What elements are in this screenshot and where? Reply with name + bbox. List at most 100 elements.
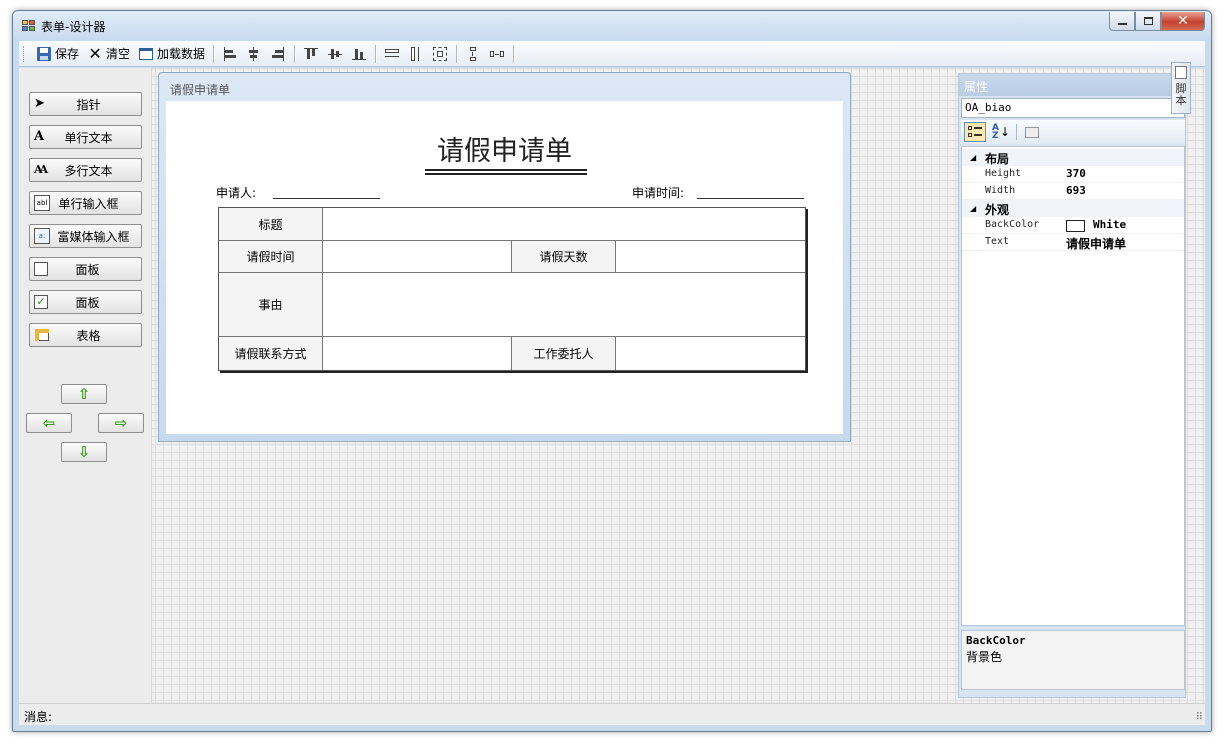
clear-button[interactable]: ✕ 清空 bbox=[83, 43, 134, 65]
tool-label: 单行输入框 bbox=[58, 196, 119, 211]
align-left-icon[interactable] bbox=[222, 46, 238, 62]
table-cell-reason-value[interactable] bbox=[323, 273, 805, 337]
status-message-label: 消息: bbox=[24, 710, 53, 724]
document-title[interactable]: 请假申请单 bbox=[166, 129, 843, 168]
script-side-tab[interactable]: 脚本 bbox=[1171, 62, 1191, 114]
table-cell-reason-label[interactable]: 事由 bbox=[219, 273, 323, 337]
form-canvas[interactable]: 请假申请单 申请人: 申请时间: 标题 请假时间 请假天数 事由 请假联系方式 … bbox=[166, 101, 843, 434]
table-cell-leave-days-label[interactable]: 请假天数 bbox=[512, 241, 616, 273]
window-title: 表单-设计器 bbox=[41, 20, 106, 34]
property-value[interactable]: 请假申请单 bbox=[1066, 235, 1126, 252]
category-layout[interactable]: ◢ 布局 bbox=[962, 149, 1184, 166]
app-icon bbox=[22, 20, 36, 32]
title-bar[interactable]: 表单-设计器 ✕ bbox=[13, 11, 1211, 41]
main-toolbar: 保存 ✕ 清空 加载数据 bbox=[19, 41, 1205, 67]
object-selector-dropdown[interactable]: OA_biao bbox=[961, 98, 1185, 118]
tool-table-button[interactable]: 表格 bbox=[29, 323, 142, 347]
close-button[interactable]: ✕ bbox=[1161, 12, 1205, 31]
category-name: 外观 bbox=[985, 203, 1010, 217]
table-cell-leave-time-value[interactable] bbox=[323, 241, 512, 273]
same-size-icon[interactable] bbox=[432, 46, 448, 62]
property-value[interactable]: 693 bbox=[1066, 184, 1086, 197]
table-cell-title-value[interactable] bbox=[323, 208, 805, 241]
tool-pointer-button[interactable]: ➤ 指针 bbox=[29, 92, 142, 116]
align-center-icon[interactable] bbox=[246, 46, 262, 62]
property-row-text[interactable]: Text 请假申请单 bbox=[962, 234, 1184, 251]
move-up-button[interactable]: ⇧ bbox=[61, 384, 107, 404]
design-surface[interactable]: ➤ 指针 A 单行文本 AA 多行文本 abl 单行输入框 a: 富媒体输入框 … bbox=[19, 68, 1205, 703]
title-double-underline bbox=[425, 169, 587, 175]
tool-single-text-button[interactable]: A 单行文本 bbox=[29, 125, 142, 149]
tool-label: 多行文本 bbox=[64, 163, 113, 178]
resize-grip-icon[interactable]: ⠿ bbox=[1196, 712, 1203, 723]
toolbar-grip[interactable] bbox=[23, 45, 26, 62]
arrow-down-icon: ⇩ bbox=[77, 443, 91, 461]
sort-arrow-icon: ↓ bbox=[999, 125, 1011, 139]
alphabetical-view-button[interactable]: AZ ↓ bbox=[990, 122, 1012, 142]
table-cell-delegate-value[interactable] bbox=[616, 337, 805, 370]
load-data-button[interactable]: 加载数据 bbox=[134, 43, 209, 65]
apply-date-input-line[interactable] bbox=[697, 198, 804, 199]
clear-label: 清空 bbox=[106, 47, 131, 61]
tool-multi-text-button[interactable]: AA 多行文本 bbox=[29, 158, 142, 182]
same-width-icon[interactable] bbox=[384, 46, 400, 62]
property-value[interactable]: White bbox=[1093, 218, 1126, 231]
maximize-button[interactable] bbox=[1135, 12, 1161, 31]
properties-panel: 属性 OA_biao AZ ↓ ◢ 布局 Height 370 Width 69… bbox=[958, 73, 1186, 698]
tool-panel-button[interactable]: 面板 bbox=[29, 257, 142, 281]
category-name: 布局 bbox=[985, 152, 1010, 166]
leave-request-table[interactable]: 标题 请假时间 请假天数 事由 请假联系方式 工作委托人 bbox=[218, 207, 806, 371]
move-right-button[interactable]: ⇨ bbox=[98, 413, 144, 433]
apply-date-label[interactable]: 申请时间: bbox=[632, 184, 684, 201]
property-value[interactable]: 370 bbox=[1066, 167, 1086, 180]
align-right-icon[interactable] bbox=[270, 46, 286, 62]
table-cell-leave-days-value[interactable] bbox=[616, 241, 805, 273]
collapse-triangle-icon: ◢ bbox=[970, 204, 977, 213]
floppy-disk-icon bbox=[36, 46, 52, 62]
property-pages-button[interactable] bbox=[1021, 122, 1043, 142]
property-grid: ◢ 布局 Height 370 Width 693 ◢ 外观 BackColor bbox=[961, 146, 1185, 626]
table-cell-delegate-label[interactable]: 工作委托人 bbox=[512, 337, 616, 370]
property-name: Height bbox=[985, 168, 1022, 179]
move-left-button[interactable]: ⇦ bbox=[26, 413, 72, 433]
same-height-icon[interactable] bbox=[408, 46, 424, 62]
properties-header: 属性 bbox=[959, 74, 1185, 96]
property-row-height[interactable]: Height 370 bbox=[962, 166, 1184, 183]
align-top-icon[interactable] bbox=[303, 46, 319, 62]
sort-az-icon: AZ bbox=[991, 123, 999, 141]
applicant-label[interactable]: 申请人: bbox=[216, 184, 256, 201]
tool-textbox-button[interactable]: abl 单行输入框 bbox=[29, 191, 142, 215]
move-down-button[interactable]: ⇩ bbox=[61, 442, 107, 462]
tool-label: 表格 bbox=[76, 328, 101, 343]
tool-checkbox-panel-button[interactable]: ✓ 面板 bbox=[29, 290, 142, 314]
table-cell-contact-label[interactable]: 请假联系方式 bbox=[219, 337, 323, 370]
textbox-abl-icon: abl bbox=[34, 195, 50, 211]
applicant-input-line[interactable] bbox=[273, 198, 380, 199]
table-cell-leave-time-label[interactable]: 请假时间 bbox=[219, 241, 323, 273]
checkbox-checked-icon: ✓ bbox=[34, 295, 48, 309]
script-tab-icon bbox=[1175, 66, 1187, 79]
designer-window: 表单-设计器 ✕ 保存 ✕ 清空 加载数据 ➤ 指针 A 单行文本 AA 多行文… bbox=[12, 10, 1212, 732]
categorized-icon bbox=[968, 125, 982, 139]
panel-square-icon bbox=[34, 262, 48, 276]
arrow-right-icon: ⇨ bbox=[114, 414, 128, 432]
align-middle-icon[interactable] bbox=[327, 46, 343, 62]
property-row-backcolor[interactable]: BackColor White bbox=[962, 217, 1184, 234]
categorized-view-button[interactable] bbox=[964, 122, 986, 142]
table-cell-title-label[interactable]: 标题 bbox=[219, 208, 323, 241]
category-appearance[interactable]: ◢ 外观 bbox=[962, 200, 1184, 217]
script-tab-label: 脚本 bbox=[1175, 82, 1187, 107]
vertical-spacing-icon[interactable] bbox=[465, 46, 481, 62]
object-selector-value: OA_biao bbox=[965, 101, 1012, 114]
form-design-window[interactable]: 请假申请单 请假申请单 申请人: 申请时间: 标题 请假时间 请假天数 事由 请… bbox=[158, 72, 851, 442]
align-bottom-icon[interactable] bbox=[351, 46, 367, 62]
minimize-button[interactable] bbox=[1109, 12, 1135, 31]
tool-richtext-button[interactable]: a: 富媒体输入框 bbox=[29, 224, 142, 248]
letter-a-icon: A bbox=[34, 129, 45, 144]
save-button[interactable]: 保存 bbox=[32, 43, 83, 65]
property-row-width[interactable]: Width 693 bbox=[962, 183, 1184, 200]
table-grid-icon bbox=[34, 327, 50, 343]
table-cell-contact-value[interactable] bbox=[323, 337, 512, 370]
property-name: Text bbox=[985, 236, 1010, 247]
horizontal-spacing-icon[interactable] bbox=[489, 46, 505, 62]
